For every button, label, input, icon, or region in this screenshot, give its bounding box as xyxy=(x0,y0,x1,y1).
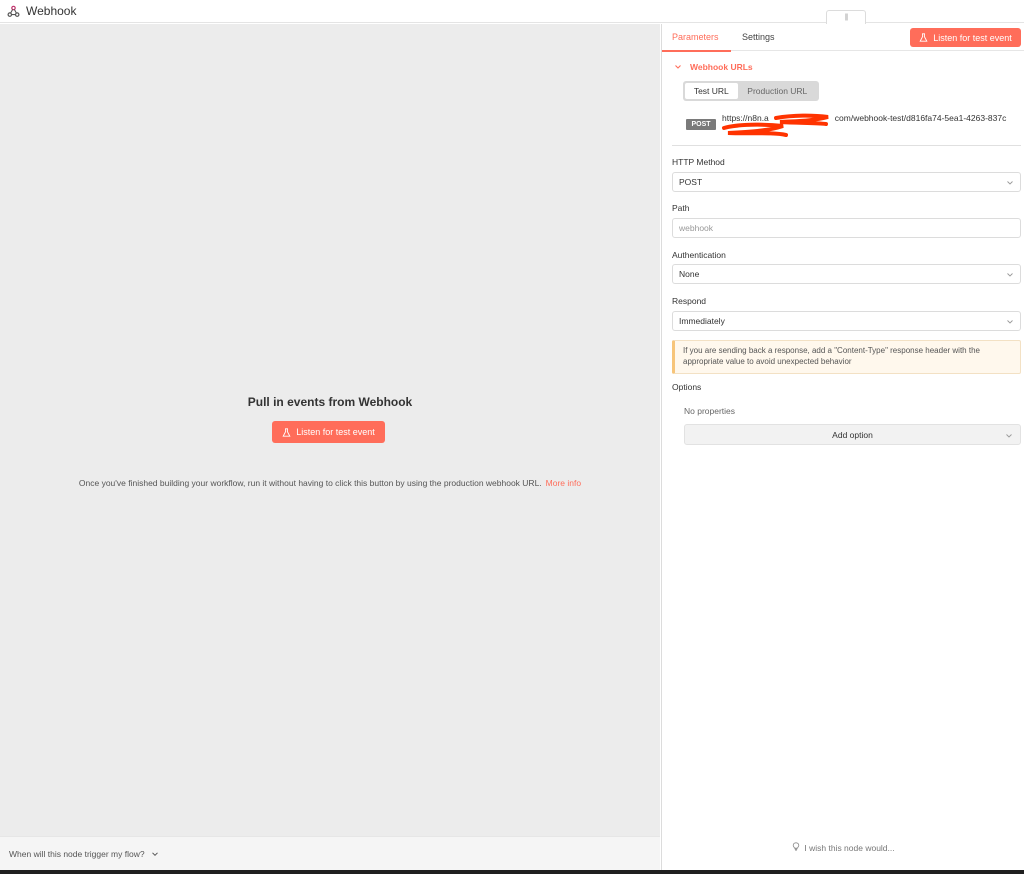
no-properties-text: No properties xyxy=(684,406,736,416)
node-header: Webhook xyxy=(0,0,1024,23)
tab-production-url[interactable]: Production URL xyxy=(738,83,817,99)
chevron-down-icon xyxy=(674,63,682,71)
add-option-dropdown[interactable]: Add option xyxy=(684,424,1021,445)
trigger-title: Pull in events from Webhook xyxy=(247,395,413,409)
url-type-switch: Test URL Production URL xyxy=(683,81,819,101)
flask-icon xyxy=(282,427,291,437)
window-bottom-edge xyxy=(0,870,1024,874)
chevron-down-icon xyxy=(1006,271,1014,279)
authentication-select[interactable]: None xyxy=(672,264,1021,284)
http-method-label: HTTP Method xyxy=(672,157,725,167)
http-method-value: POST xyxy=(679,177,703,187)
node-title: Webhook xyxy=(26,4,77,18)
respond-value: Immediately xyxy=(679,316,725,326)
path-input[interactable]: webhook xyxy=(672,218,1021,238)
active-tab-indicator xyxy=(662,50,731,52)
webhook-icon xyxy=(7,5,20,18)
trigger-help-toggle[interactable]: When will this node trigger my flow? xyxy=(0,836,660,870)
flask-icon xyxy=(919,33,928,42)
panel-tabs: Parameters Settings Listen for test even… xyxy=(662,24,1024,52)
chevron-down-icon xyxy=(151,850,159,858)
listen-for-test-event-button-header[interactable]: Listen for test event xyxy=(910,28,1021,47)
feedback-text: I wish this node would... xyxy=(804,842,895,853)
feedback-link[interactable]: I wish this node would... xyxy=(662,842,1024,853)
method-badge: POST xyxy=(686,119,716,130)
listen-button-label: Listen for test event xyxy=(296,427,375,437)
chevron-down-icon xyxy=(1006,179,1014,187)
content-type-notice: If you are sending back a response, add … xyxy=(672,340,1021,374)
path-label: Path xyxy=(672,203,690,213)
authentication-label: Authentication xyxy=(672,250,726,260)
drag-handle-icon: ||| xyxy=(844,14,849,21)
production-note: Once you've finished building your workf… xyxy=(0,478,660,488)
listen-button-label: Listen for test event xyxy=(933,32,1012,43)
respond-select[interactable]: Immediately xyxy=(672,311,1021,331)
tab-test-url[interactable]: Test URL xyxy=(685,83,738,99)
listen-for-test-event-button[interactable]: Listen for test event xyxy=(272,421,385,443)
options-label: Options xyxy=(672,382,702,392)
panel-drag-handle[interactable]: ||| xyxy=(826,10,866,24)
add-option-label: Add option xyxy=(832,429,873,440)
more-info-link[interactable]: More info xyxy=(546,478,581,488)
chevron-down-icon xyxy=(1006,318,1014,326)
webhook-urls-toggle[interactable]: Webhook URLs xyxy=(674,62,753,72)
tab-parameters[interactable]: Parameters xyxy=(672,32,719,42)
production-note-text: Once you've finished building your workf… xyxy=(78,478,542,488)
trigger-help-text: When will this node trigger my flow? xyxy=(9,848,145,859)
chevron-down-icon xyxy=(1005,432,1013,440)
http-method-select[interactable]: POST xyxy=(672,172,1021,192)
webhook-urls-label: Webhook URLs xyxy=(690,62,753,72)
parameters-panel: Parameters Settings Listen for test even… xyxy=(661,24,1024,870)
path-placeholder: webhook xyxy=(679,223,714,233)
section-divider xyxy=(672,145,1021,146)
redaction-scribble xyxy=(722,113,829,137)
authentication-value: None xyxy=(679,269,700,279)
tab-settings[interactable]: Settings xyxy=(742,32,775,42)
webhook-url-rest: com/webhook-test/d816fa74-5ea1-4263-837c xyxy=(834,113,1007,123)
respond-label: Respond xyxy=(672,296,707,306)
lightbulb-icon xyxy=(792,842,800,853)
input-panel: Pull in events from Webhook Listen for t… xyxy=(0,24,660,836)
